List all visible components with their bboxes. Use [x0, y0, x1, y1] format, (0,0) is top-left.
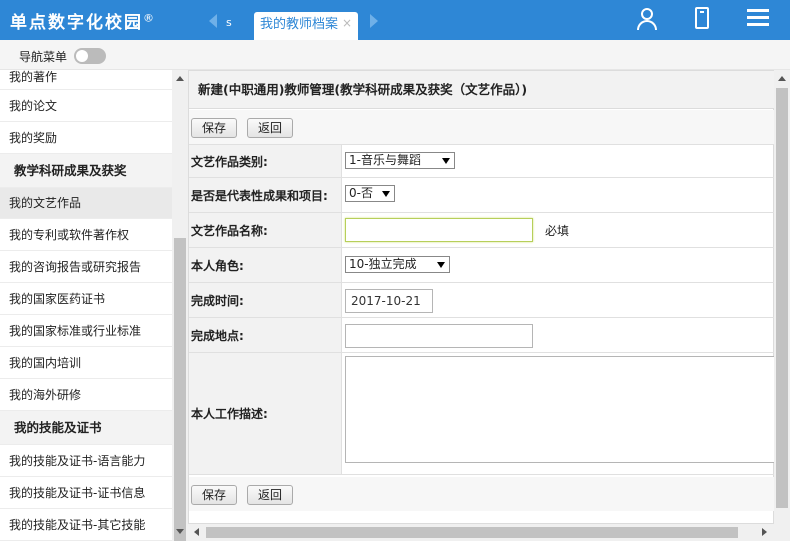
- sidebar-item[interactable]: 我的技能及证书-语言能力: [0, 445, 172, 477]
- field-label: 文艺作品名称:: [189, 213, 342, 247]
- field-label: 文艺作品类别:: [189, 145, 342, 177]
- work-description-textarea[interactable]: [345, 356, 777, 463]
- sidebar-scrollbar[interactable]: [172, 70, 188, 541]
- field-label: 完成时间:: [189, 283, 342, 317]
- sidebar-item[interactable]: 我的国家医药证书: [0, 283, 172, 315]
- sidebar-item[interactable]: 我的海外研修: [0, 379, 172, 411]
- row-representative: 是否是代表性成果和项目: 0-否: [189, 178, 775, 213]
- mobile-icon[interactable]: [695, 7, 709, 29]
- sidebar-group-header: 我的技能及证书: [0, 411, 172, 445]
- bottom-button-bar: 保存 返回: [189, 477, 775, 511]
- tab-next-arrow-icon[interactable]: [370, 14, 378, 28]
- role-select[interactable]: 10-独立完成: [345, 256, 450, 273]
- form-horizontal-scrollbar[interactable]: [188, 524, 774, 541]
- sidebar-item[interactable]: 我的技能及证书-证书信息: [0, 477, 172, 509]
- app-logo: 单点数字化校园®: [10, 11, 156, 33]
- sidebar-item[interactable]: 我的文艺作品: [0, 188, 172, 219]
- scrollbar-corner: [774, 524, 790, 541]
- row-description: 本人工作描述:: [189, 353, 777, 475]
- back-button-bottom[interactable]: 返回: [247, 485, 294, 505]
- chevron-down-icon: [442, 158, 450, 164]
- row-role: 本人角色: 10-独立完成: [189, 248, 775, 283]
- sidebar-item[interactable]: 我的论文: [0, 90, 172, 122]
- save-button-bottom[interactable]: 保存: [191, 485, 238, 505]
- sidebar-item[interactable]: 我的著作: [0, 70, 172, 90]
- form-vertical-scrollbar[interactable]: [774, 70, 790, 524]
- scrollbar-thumb[interactable]: [776, 88, 788, 508]
- sidebar-item[interactable]: 我的国内培训: [0, 347, 172, 379]
- field-label: 完成地点:: [189, 318, 342, 352]
- nav-menu-label: 导航菜单: [19, 50, 68, 64]
- chevron-down-icon: [437, 262, 445, 268]
- save-button[interactable]: 保存: [191, 118, 238, 138]
- field-label: 本人工作描述:: [189, 353, 342, 474]
- sidebar-item[interactable]: 我的技能及证书-其它技能: [0, 509, 172, 541]
- sidebar-item[interactable]: 我的国家标准或行业标准: [0, 315, 172, 347]
- top-button-bar: 保存 返回: [189, 110, 775, 144]
- scroll-left-icon[interactable]: [194, 528, 199, 536]
- row-name: 文艺作品名称: 必填: [189, 213, 775, 248]
- sidebar-item[interactable]: 我的咨询报告或研究报告: [0, 251, 172, 283]
- nav-toggle-bar: 导航菜单: [0, 40, 790, 70]
- scroll-down-icon[interactable]: [176, 529, 184, 534]
- category-select[interactable]: 1-音乐与舞蹈: [345, 152, 455, 169]
- scrollbar-thumb[interactable]: [206, 527, 738, 538]
- user-icon[interactable]: [636, 6, 660, 34]
- row-category: 文艺作品类别: 1-音乐与舞蹈: [189, 144, 775, 178]
- scroll-up-icon[interactable]: [778, 76, 786, 81]
- tab-prev-arrow-icon[interactable]: [209, 14, 217, 28]
- tab-hidden[interactable]: s: [226, 16, 232, 29]
- close-icon[interactable]: ×: [342, 16, 352, 30]
- row-place: 完成地点:: [189, 318, 775, 353]
- scroll-right-icon[interactable]: [762, 528, 767, 536]
- page-title: 新建(中职通用)教师管理(教学科研成果及获奖（文艺作品）): [189, 71, 775, 109]
- sidebar: 我的著作 我的论文 我的奖励 教学科研成果及获奖 我的文艺作品 我的专利或软件著作权 我的咨…: [0, 70, 172, 541]
- sidebar-item[interactable]: 我的奖励: [0, 122, 172, 154]
- field-label: 是否是代表性成果和项目:: [189, 178, 342, 212]
- tab-label: 我的教师档案: [260, 17, 339, 32]
- nav-menu-toggle[interactable]: [74, 48, 106, 64]
- work-name-input[interactable]: [345, 218, 533, 242]
- completion-date-input[interactable]: [345, 289, 433, 313]
- representative-select[interactable]: 0-否: [345, 185, 395, 202]
- sidebar-item[interactable]: 我的专利或软件著作权: [0, 219, 172, 251]
- sidebar-group-header: 教学科研成果及获奖: [0, 154, 172, 188]
- completion-place-input[interactable]: [345, 324, 533, 348]
- scroll-up-icon[interactable]: [176, 76, 184, 81]
- scrollbar-thumb[interactable]: [174, 238, 186, 541]
- form-panel: 新建(中职通用)教师管理(教学科研成果及获奖（文艺作品）) 保存 返回 文艺作品…: [188, 70, 777, 524]
- required-hint: 必填: [545, 224, 570, 238]
- hamburger-menu-icon[interactable]: [747, 9, 769, 27]
- field-label: 本人角色:: [189, 248, 342, 282]
- row-date: 完成时间:: [189, 283, 775, 318]
- chevron-down-icon: [382, 191, 390, 197]
- app-header: 单点数字化校园® s 我的教师档案 ×: [0, 0, 790, 40]
- back-button[interactable]: 返回: [247, 118, 294, 138]
